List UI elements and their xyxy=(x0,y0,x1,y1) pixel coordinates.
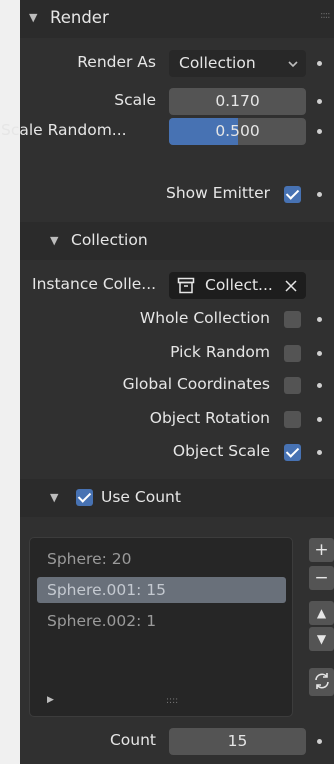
list-resize-grip-icon[interactable]: :::: xyxy=(166,696,178,706)
collection-box-icon xyxy=(177,277,195,294)
object-scale-checkbox[interactable] xyxy=(284,444,301,461)
move-up-button[interactable]: ▲ xyxy=(309,601,334,625)
scale-value: 0.170 xyxy=(215,92,260,110)
collection-subpanel-header[interactable]: ▼ Collection xyxy=(20,222,334,260)
drag-grip-icon[interactable]: :::: xyxy=(320,10,331,21)
dupli-weights-list[interactable]: Sphere: 20 Sphere.001: 15 Sphere.002: 1 … xyxy=(29,537,293,717)
pick-random-label: Pick Random xyxy=(170,343,270,361)
clear-x-icon[interactable] xyxy=(285,280,297,292)
whole-collection-checkbox[interactable] xyxy=(284,311,301,328)
list-item[interactable]: Sphere.002: 1 xyxy=(37,608,286,634)
scale-label: Scale xyxy=(114,91,156,109)
scale-random-slider[interactable]: 0.500 xyxy=(169,118,306,145)
instance-collection-label: Instance Colle... xyxy=(32,275,157,293)
show-emitter-checkbox[interactable] xyxy=(284,186,301,203)
arrow-down-icon: ▼ xyxy=(316,632,327,646)
render-as-label: Render As xyxy=(77,53,156,71)
animate-property-dot[interactable] xyxy=(317,417,322,422)
pick-random-checkbox[interactable] xyxy=(284,345,301,362)
refresh-icon xyxy=(314,673,329,689)
object-rotation-label: Object Rotation xyxy=(149,409,270,427)
plus-icon: + xyxy=(314,540,329,560)
scale-random-label: Scale Random... xyxy=(1,121,127,139)
arrow-up-icon: ▲ xyxy=(316,606,327,620)
chevron-down-icon xyxy=(288,61,298,68)
instance-collection-value: Collect... xyxy=(205,276,273,294)
animate-property-dot[interactable] xyxy=(317,351,322,356)
list-item[interactable]: Sphere: 20 xyxy=(37,546,286,572)
animate-property-dot[interactable] xyxy=(317,61,322,66)
animate-property-dot[interactable] xyxy=(317,383,322,388)
list-item-label: Sphere.001: 15 xyxy=(47,581,166,599)
collapse-triangle-icon[interactable]: ▼ xyxy=(50,491,58,504)
scale-random-value: 0.500 xyxy=(215,122,260,140)
global-coordinates-label: Global Coordinates xyxy=(122,375,270,393)
render-panel-title: Render xyxy=(50,8,109,27)
collection-subpanel-title: Collection xyxy=(71,231,148,249)
use-count-subpanel-header[interactable]: ▼ Use Count xyxy=(20,479,334,517)
whole-collection-label: Whole Collection xyxy=(139,309,270,327)
list-item[interactable]: Sphere.001: 15 xyxy=(37,577,286,603)
collapse-triangle-icon[interactable]: ▼ xyxy=(29,11,37,24)
object-rotation-checkbox[interactable] xyxy=(284,411,301,428)
list-item-label: Sphere: 20 xyxy=(47,550,132,568)
use-count-title: Use Count xyxy=(101,488,181,506)
remove-item-button[interactable]: − xyxy=(309,566,334,590)
show-emitter-label: Show Emitter xyxy=(165,184,270,202)
object-scale-label: Object Scale xyxy=(172,442,270,460)
collapse-triangle-icon[interactable]: ▼ xyxy=(50,234,58,247)
refresh-button[interactable] xyxy=(309,668,334,696)
move-down-button[interactable]: ▼ xyxy=(309,627,334,651)
render-as-value: Collection xyxy=(179,54,256,72)
animate-property-dot[interactable] xyxy=(317,450,322,455)
animate-property-dot[interactable] xyxy=(317,192,322,197)
animate-property-dot[interactable] xyxy=(317,129,322,134)
global-coordinates-checkbox[interactable] xyxy=(284,377,301,394)
scale-field[interactable]: 0.170 xyxy=(169,88,306,115)
list-item-label: Sphere.002: 1 xyxy=(47,612,157,630)
render-panel-header[interactable]: ▼ Render :::: xyxy=(20,0,334,38)
count-field[interactable]: 15 xyxy=(169,728,306,755)
animate-property-dot[interactable] xyxy=(317,317,322,322)
count-value: 15 xyxy=(227,732,248,750)
render-as-dropdown[interactable]: Collection xyxy=(169,50,306,77)
add-item-button[interactable]: + xyxy=(309,538,334,562)
minus-icon: − xyxy=(314,568,329,588)
animate-property-dot[interactable] xyxy=(317,99,322,104)
animate-property-dot[interactable] xyxy=(317,739,322,744)
count-label: Count xyxy=(109,731,156,749)
instance-collection-field[interactable]: Collect... xyxy=(169,272,306,299)
expand-filter-triangle-icon[interactable]: ▶ xyxy=(47,695,54,705)
use-count-checkbox[interactable] xyxy=(76,489,93,506)
